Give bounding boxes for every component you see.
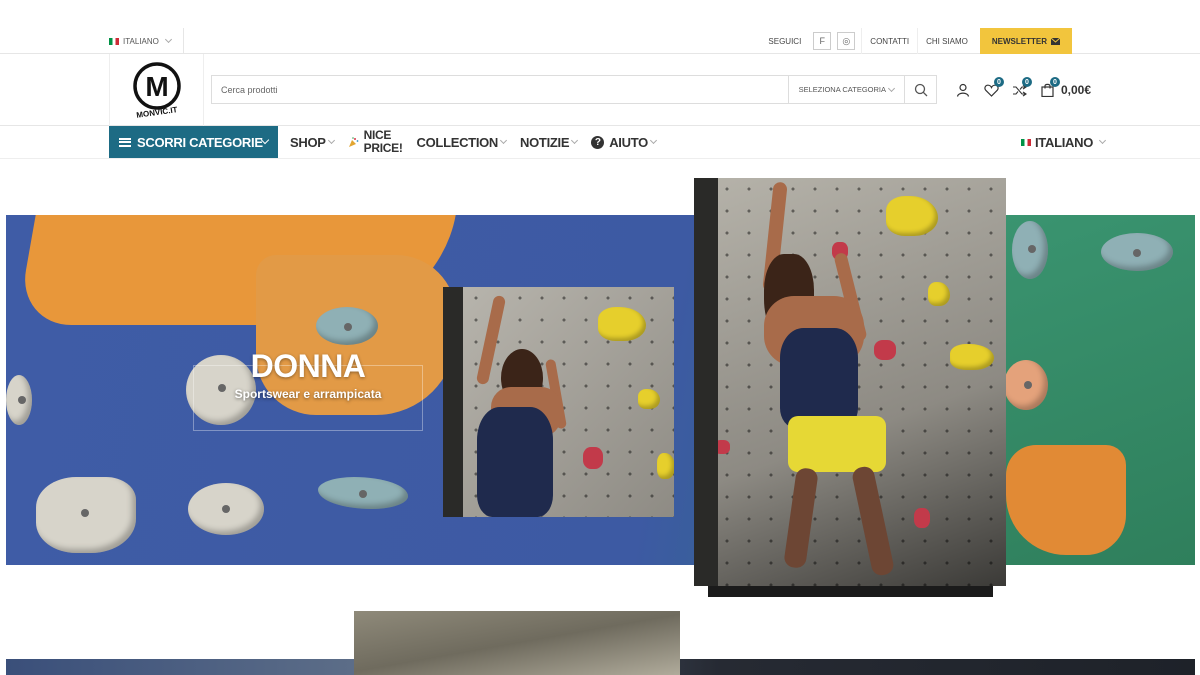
question-circle-icon: ? [591, 135, 605, 149]
wishlist-button[interactable]: 0 [983, 77, 1004, 98]
site-header: M MONVIC.IT SELEZIONA CATEGORIA 0 0 0 0,… [0, 54, 1200, 126]
top-bar: ITALIANO SEGUICI f ◎ CONTATTI CHI SIAMO … [0, 28, 1200, 54]
climber-shorts [788, 416, 886, 472]
climbing-hold-image [316, 307, 378, 345]
climbing-hold-image [657, 453, 674, 479]
language-label: ITALIANO [123, 36, 159, 46]
climbing-hold-image [1101, 233, 1173, 271]
search-icon [914, 83, 927, 96]
climbing-hold-image [950, 344, 994, 370]
category-select-label: SELEZIONA CATEGORIA [798, 85, 886, 94]
menu-item-label: NICE PRICE! [363, 128, 403, 155]
language-switcher[interactable]: ITALIANO [1021, 126, 1107, 158]
cart-count-badge: 0 [1050, 77, 1060, 87]
menu-item-label: NOTIZIE [520, 134, 570, 150]
chevron-down-icon [499, 136, 508, 145]
menu-item-label: COLLECTION [416, 134, 499, 150]
language-label: ITALIANO [1035, 134, 1094, 150]
climbing-hold-image [874, 340, 896, 360]
wishlist-count-badge: 0 [994, 77, 1004, 87]
categories-label: SCORRI CATEGORIE [137, 134, 263, 150]
climber-photo-small [443, 287, 674, 517]
hero-title: DONNA [250, 348, 366, 384]
newsletter-button[interactable]: NEWSLETTER [979, 28, 1072, 54]
chevron-down-icon [887, 84, 896, 92]
menu-item-shop[interactable]: SHOP [290, 134, 335, 150]
party-popper-icon [348, 136, 359, 147]
hero-orange-volume [1006, 445, 1126, 555]
climbing-hold-image [6, 375, 32, 425]
climbing-hold-image [914, 508, 930, 528]
cart-button[interactable]: 0 [1039, 77, 1060, 98]
italian-flag-icon [1021, 138, 1031, 146]
menu-item-label: SHOP [290, 134, 326, 150]
search-bar: SELEZIONA CATEGORIA [211, 75, 937, 104]
site-logo[interactable]: M MONVIC.IT [109, 54, 204, 126]
rock-landscape-photo [354, 611, 680, 675]
facebook-icon[interactable]: f [813, 32, 832, 50]
climbing-hold-image [318, 477, 408, 509]
svg-text:M: M [145, 71, 168, 102]
svg-text:MONVIC.IT: MONVIC.IT [135, 105, 177, 119]
newsletter-label: NEWSLETTER [991, 36, 1047, 46]
menu-item-label: AIUTO [609, 134, 648, 150]
about-link[interactable]: CHI SIAMO [917, 28, 976, 54]
hamburger-icon [119, 137, 131, 147]
chevron-down-icon [571, 136, 579, 145]
climber-tank-top [477, 407, 553, 517]
account-button[interactable] [955, 82, 971, 98]
photo-shadow-strip [708, 586, 993, 597]
climbing-hold-image [1012, 221, 1048, 279]
climbing-hold-image [638, 389, 660, 409]
category-select[interactable]: SELEZIONA CATEGORIA [787, 76, 904, 103]
climbing-hold-image [886, 196, 938, 236]
cart-total[interactable]: 0,00€ [1061, 83, 1091, 97]
instagram-icon[interactable]: ◎ [837, 32, 856, 50]
climbing-hold-image [928, 282, 950, 306]
chevron-down-icon [649, 136, 657, 145]
climber-photo-large [694, 178, 1006, 586]
top-right-links: SEGUICI f ◎ CONTATTI CHI SIAMO NEWSLETTE… [768, 28, 1072, 54]
chevron-down-icon [327, 136, 335, 145]
menu-item-nice-price[interactable]: NICE PRICE! [348, 129, 403, 155]
menu-item-help[interactable]: ? AIUTO [591, 134, 657, 150]
italian-flag-icon [109, 37, 119, 45]
compare-count-badge: 0 [1022, 77, 1032, 87]
chevron-down-icon [1098, 136, 1107, 145]
menu-items: SHOP NICE PRICE! COLLECTION NOTIZIE ? AI… [290, 126, 670, 158]
search-input[interactable] [212, 76, 788, 103]
header-icons: 0 0 0 0,00€ [955, 77, 1091, 102]
user-icon [956, 83, 970, 97]
climber-tank-top [780, 328, 858, 428]
language-switcher-small[interactable]: ITALIANO [109, 28, 184, 54]
follow-label: SEGUICI [768, 36, 802, 46]
monvic-logo-icon: M MONVIC.IT [132, 62, 181, 119]
envelope-icon [1051, 37, 1060, 45]
climbing-hold-image [1004, 360, 1048, 410]
climbing-hold-image [188, 483, 264, 535]
menu-item-collection[interactable]: COLLECTION [416, 134, 508, 150]
menu-item-news[interactable]: NOTIZIE [520, 134, 579, 150]
search-button[interactable] [904, 76, 936, 103]
climbing-hold-image [583, 447, 603, 469]
main-navigation: SCORRI CATEGORIE SHOP NICE PRICE! COLLEC… [0, 126, 1200, 159]
climbing-hold-image [598, 307, 646, 341]
chevron-down-icon [164, 35, 172, 44]
hero-subtitle: Sportswear e arrampicata [234, 387, 382, 401]
categories-dropdown-button[interactable]: SCORRI CATEGORIE [109, 126, 278, 158]
climbing-hold-image [36, 477, 136, 553]
compare-button[interactable]: 0 [1011, 77, 1032, 98]
hero-caption: DONNA Sportswear e arrampicata [193, 348, 423, 431]
contacts-link[interactable]: CONTATTI [861, 28, 917, 54]
